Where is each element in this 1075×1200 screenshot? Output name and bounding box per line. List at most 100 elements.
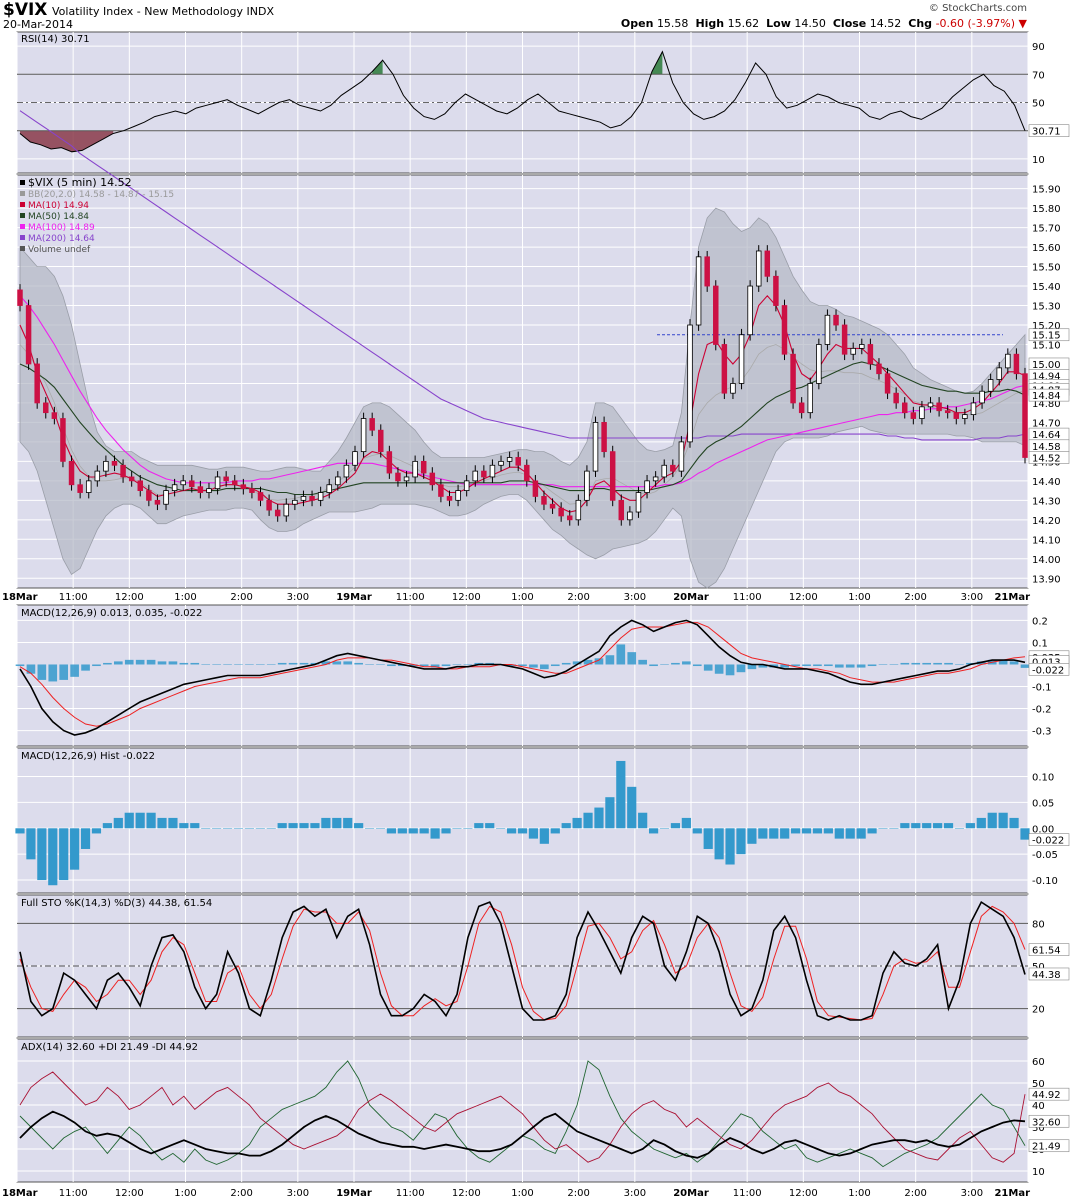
candle-down: [266, 499, 272, 511]
macd-tick-label: 0.1: [1032, 638, 1048, 649]
hist-bar: [572, 817, 582, 829]
candle-up: [498, 460, 504, 466]
price-tick-label: 15.60: [1032, 243, 1061, 254]
hist-bar: [70, 828, 80, 870]
macd-hist-bar: [845, 664, 855, 668]
hist-bar: [922, 823, 932, 829]
hist-tick-label: -0.05: [1032, 850, 1058, 861]
candle-down: [274, 509, 281, 517]
x-axis-label: 11:00: [396, 592, 425, 603]
candle-up: [335, 476, 341, 486]
candle-down: [43, 402, 49, 414]
macd-hist-bar: [81, 664, 90, 671]
hist-bar: [397, 828, 407, 834]
hist-bar: [769, 828, 779, 839]
candle-up: [644, 480, 650, 493]
price-legend-swatch: [20, 202, 25, 207]
candle-down: [884, 373, 891, 394]
candle-up: [738, 334, 745, 384]
macd-hist-bar: [616, 644, 626, 665]
hist-bar: [419, 828, 429, 834]
hist-bar: [343, 817, 353, 829]
price-legend-item: MA(100) 14.89: [28, 223, 95, 233]
hist-bar: [780, 828, 790, 839]
hist-bar: [605, 797, 615, 829]
macd-hist-bar: [944, 662, 953, 665]
hist-bar: [408, 828, 418, 834]
adx-tick-label: 60: [1032, 1057, 1045, 1068]
candle-up: [962, 414, 968, 419]
hist-bar: [867, 828, 877, 834]
macd-hist-bar: [878, 664, 888, 665]
macd-hist-bar: [266, 664, 276, 665]
hist-bar: [146, 812, 156, 829]
x-axis-label: 12:00: [115, 592, 144, 603]
candle-down: [34, 363, 40, 404]
adx-value-label: 44.92: [1032, 1090, 1061, 1101]
candle-down: [481, 470, 487, 478]
x-axis-label: 3:00: [287, 592, 309, 603]
macd-hist-bar: [671, 662, 680, 665]
hist-bar: [911, 823, 921, 829]
macd-hist-bar: [1020, 664, 1030, 668]
macd-hist-bar: [212, 664, 221, 665]
macd-hist-bar: [299, 662, 309, 665]
candle-down: [721, 344, 728, 394]
macd-hist-bar: [955, 664, 964, 665]
hist-bar: [332, 817, 342, 829]
candle-up: [816, 344, 822, 384]
hist-bar: [758, 828, 768, 839]
candle-down: [1013, 353, 1020, 375]
hist-bar: [201, 828, 211, 829]
candle-up: [214, 476, 221, 490]
candle-up: [687, 324, 693, 443]
candle-down: [378, 429, 384, 453]
hist-bar: [354, 823, 364, 829]
candle-down: [395, 472, 401, 482]
hist-bar: [59, 828, 69, 881]
hist-bar: [375, 828, 386, 829]
hist-bar: [1020, 828, 1030, 840]
x-axis-label: 2:00: [904, 592, 926, 603]
candle-down: [240, 484, 247, 490]
candle-down: [833, 314, 839, 326]
hist-bar: [37, 828, 47, 881]
hist-bar: [856, 828, 866, 839]
candle-down: [867, 344, 874, 365]
macd-hist-bar: [387, 664, 396, 667]
candle-down: [618, 499, 625, 521]
macd-hist-bar: [146, 659, 156, 665]
x-axis-label: 3:00: [961, 1188, 983, 1199]
hist-bar: [277, 823, 287, 829]
macd-hist-bar: [92, 664, 101, 667]
adx-tick-label: 10: [1032, 1167, 1045, 1178]
candle-down: [25, 305, 32, 365]
hist-tick-label: 0.10: [1032, 772, 1054, 783]
macd-tick-label: -0.1: [1032, 683, 1052, 694]
hist-bar: [539, 828, 549, 844]
candle-down: [524, 464, 530, 482]
hist-bar: [627, 786, 637, 829]
x-axis-label: 20Mar: [673, 1188, 709, 1199]
macd-hist-bar: [354, 662, 363, 665]
macd-hist-bar: [714, 664, 724, 674]
macd-hist-bar: [15, 664, 25, 667]
hist-tick-label: 0.05: [1032, 798, 1054, 809]
price-tick-label: 15.10: [1032, 340, 1061, 351]
candle-down: [146, 490, 152, 501]
hist-bar: [583, 812, 593, 829]
hist-bar: [15, 828, 25, 834]
x-axis-label: 3:00: [961, 592, 983, 603]
x-axis-label: 11:00: [396, 1188, 425, 1199]
hist-bar: [889, 828, 899, 829]
macd-tick-label: -0.2: [1032, 705, 1052, 716]
hist-bar: [791, 828, 801, 834]
macd-hist-bar: [725, 664, 735, 676]
x-axis-label: 11:00: [59, 592, 88, 603]
candle-down: [713, 285, 719, 345]
hist-bar: [1009, 817, 1019, 829]
candle-down: [257, 492, 264, 501]
candle-up: [455, 490, 461, 501]
candle-up: [824, 314, 831, 345]
hist-bar: [976, 817, 986, 829]
